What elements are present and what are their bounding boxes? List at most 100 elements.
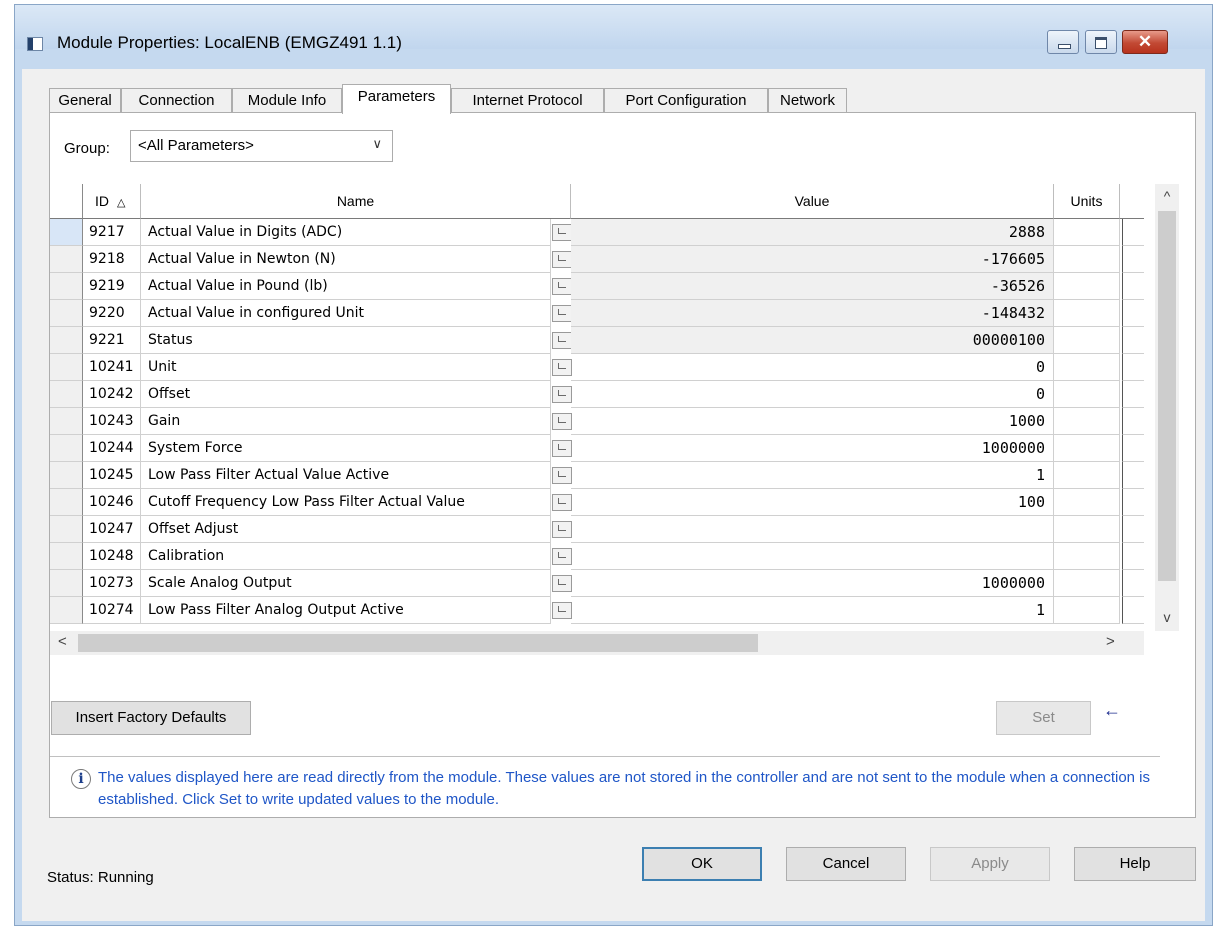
horizontal-scroll-thumb[interactable] — [78, 634, 758, 652]
maximize-button[interactable] — [1085, 30, 1117, 54]
row-selector[interactable] — [50, 219, 83, 246]
row-selector[interactable] — [50, 516, 83, 543]
parameter-id: 10241 — [83, 354, 141, 381]
value-dropdown-icon[interactable] — [552, 413, 572, 430]
tab-port-configuration[interactable]: Port Configuration — [604, 88, 768, 112]
value-dropdown-icon[interactable] — [552, 305, 572, 322]
dialog-window: Module Properties: LocalENB (EMGZ491 1.1… — [14, 4, 1213, 926]
apply-button[interactable]: Apply — [930, 847, 1050, 881]
parameter-value[interactable]: 1000000 — [571, 435, 1054, 462]
tab-connection[interactable]: Connection — [121, 88, 232, 112]
parameter-value[interactable]: 1 — [571, 462, 1054, 489]
scroll-down-icon[interactable]: v — [1155, 609, 1179, 625]
parameter-id: 9219 — [83, 273, 141, 300]
parameter-value: 00000100 — [571, 327, 1054, 354]
column-header-value[interactable]: Value — [571, 184, 1054, 219]
parameter-value[interactable]: 100 — [571, 489, 1054, 516]
value-dropdown-icon[interactable] — [552, 521, 572, 538]
parameter-id: 10245 — [83, 462, 141, 489]
parameter-name: Unit — [141, 354, 551, 381]
value-dropdown-icon[interactable] — [552, 602, 572, 619]
row-selector[interactable] — [50, 327, 83, 354]
tab-parameters[interactable]: Parameters — [342, 84, 451, 114]
table-row[interactable]: 9221 Status 00000100 — [50, 327, 1144, 354]
table-row[interactable]: 10241 Unit 0 — [50, 354, 1144, 381]
vertical-scroll-thumb[interactable] — [1158, 211, 1176, 581]
help-button[interactable]: Help — [1074, 847, 1196, 881]
scroll-right-icon[interactable]: > — [1106, 633, 1115, 650]
parameter-value[interactable]: 0 — [571, 381, 1054, 408]
table-row[interactable]: 10246 Cutoff Frequency Low Pass Filter Ac… — [50, 489, 1144, 516]
column-header-id[interactable]: ID △ — [83, 184, 141, 219]
sort-ascending-icon: △ — [117, 197, 126, 209]
row-selector[interactable] — [50, 354, 83, 381]
parameter-value: -176605 — [571, 246, 1054, 273]
parameter-value[interactable] — [571, 543, 1054, 570]
row-selector[interactable] — [50, 462, 83, 489]
parameter-value: -148432 — [571, 300, 1054, 327]
value-dropdown-icon[interactable] — [552, 224, 572, 241]
row-selector[interactable] — [50, 543, 83, 570]
table-row[interactable]: 9218 Actual Value in Newton (N) -176605 — [50, 246, 1144, 273]
parameter-value[interactable]: 1 — [571, 597, 1054, 624]
parameter-name: Low Pass Filter Analog Output Active — [141, 597, 551, 624]
value-dropdown-icon[interactable] — [552, 440, 572, 457]
value-dropdown-icon[interactable] — [552, 548, 572, 565]
title-bar[interactable]: Module Properties: LocalENB (EMGZ491 1.1… — [15, 5, 1212, 54]
table-row[interactable]: 10244 System Force 1000000 — [50, 435, 1144, 462]
horizontal-scrollbar[interactable]: < > — [50, 631, 1144, 655]
table-row[interactable]: 10242 Offset 0 — [50, 381, 1144, 408]
scroll-up-icon[interactable]: ^ — [1155, 188, 1179, 204]
row-selector[interactable] — [50, 435, 83, 462]
value-dropdown-icon[interactable] — [552, 467, 572, 484]
table-row[interactable]: 9217 Actual Value in Digits (ADC) 2888 — [50, 219, 1144, 246]
parameter-value[interactable] — [571, 516, 1054, 543]
row-selector[interactable] — [50, 273, 83, 300]
row-selector[interactable] — [50, 381, 83, 408]
row-selector[interactable] — [50, 300, 83, 327]
table-row[interactable]: 10248 Calibration — [50, 543, 1144, 570]
row-selector[interactable] — [50, 246, 83, 273]
tab-module-info[interactable]: Module Info — [232, 88, 342, 112]
scroll-left-icon[interactable]: < — [58, 633, 67, 650]
tab-network[interactable]: Network — [768, 88, 847, 112]
parameter-units — [1054, 354, 1120, 381]
table-row[interactable]: 10274 Low Pass Filter Analog Output Activ… — [50, 597, 1144, 624]
column-header-extra — [1120, 184, 1144, 219]
value-dropdown-icon[interactable] — [552, 359, 572, 376]
value-dropdown-icon[interactable] — [552, 386, 572, 403]
tab-internet-protocol[interactable]: Internet Protocol — [451, 88, 604, 112]
parameters-grid: ID △ Name Value Units 9217 Actual Value in… — [50, 184, 1144, 631]
column-header-units[interactable]: Units — [1054, 184, 1120, 219]
table-row[interactable]: 10273 Scale Analog Output 1000000 — [50, 570, 1144, 597]
value-dropdown-icon[interactable] — [552, 332, 572, 349]
value-dropdown-icon[interactable] — [552, 575, 572, 592]
group-select[interactable]: <All Parameters> ∨ — [130, 130, 393, 162]
value-dropdown-icon[interactable] — [552, 494, 572, 511]
minimize-button[interactable] — [1047, 30, 1079, 54]
row-selector[interactable] — [50, 408, 83, 435]
parameter-value[interactable]: 1000000 — [571, 570, 1054, 597]
close-button[interactable]: ✕ — [1122, 30, 1168, 54]
row-selector[interactable] — [50, 597, 83, 624]
insert-factory-defaults-button[interactable]: Insert Factory Defaults — [51, 701, 251, 735]
vertical-scrollbar[interactable]: ^ v — [1155, 184, 1179, 631]
cancel-button[interactable]: Cancel — [786, 847, 906, 881]
table-row[interactable]: 9220 Actual Value in configured Unit -1484… — [50, 300, 1144, 327]
parameter-value[interactable]: 1000 — [571, 408, 1054, 435]
tab-general[interactable]: General — [49, 88, 121, 112]
app-icon — [27, 37, 43, 51]
table-row[interactable]: 10247 Offset Adjust — [50, 516, 1144, 543]
parameter-units — [1054, 435, 1120, 462]
column-header-name[interactable]: Name — [141, 184, 571, 219]
value-dropdown-icon[interactable] — [552, 278, 572, 295]
table-row[interactable]: 9219 Actual Value in Pound (lb) -36526 — [50, 273, 1144, 300]
row-selector[interactable] — [50, 570, 83, 597]
row-selector[interactable] — [50, 489, 83, 516]
table-row[interactable]: 10243 Gain 1000 — [50, 408, 1144, 435]
set-button[interactable]: Set — [996, 701, 1091, 735]
ok-button[interactable]: OK — [642, 847, 762, 881]
value-dropdown-icon[interactable] — [552, 251, 572, 268]
table-row[interactable]: 10245 Low Pass Filter Actual Value Active… — [50, 462, 1144, 489]
parameter-value[interactable]: 0 — [571, 354, 1054, 381]
